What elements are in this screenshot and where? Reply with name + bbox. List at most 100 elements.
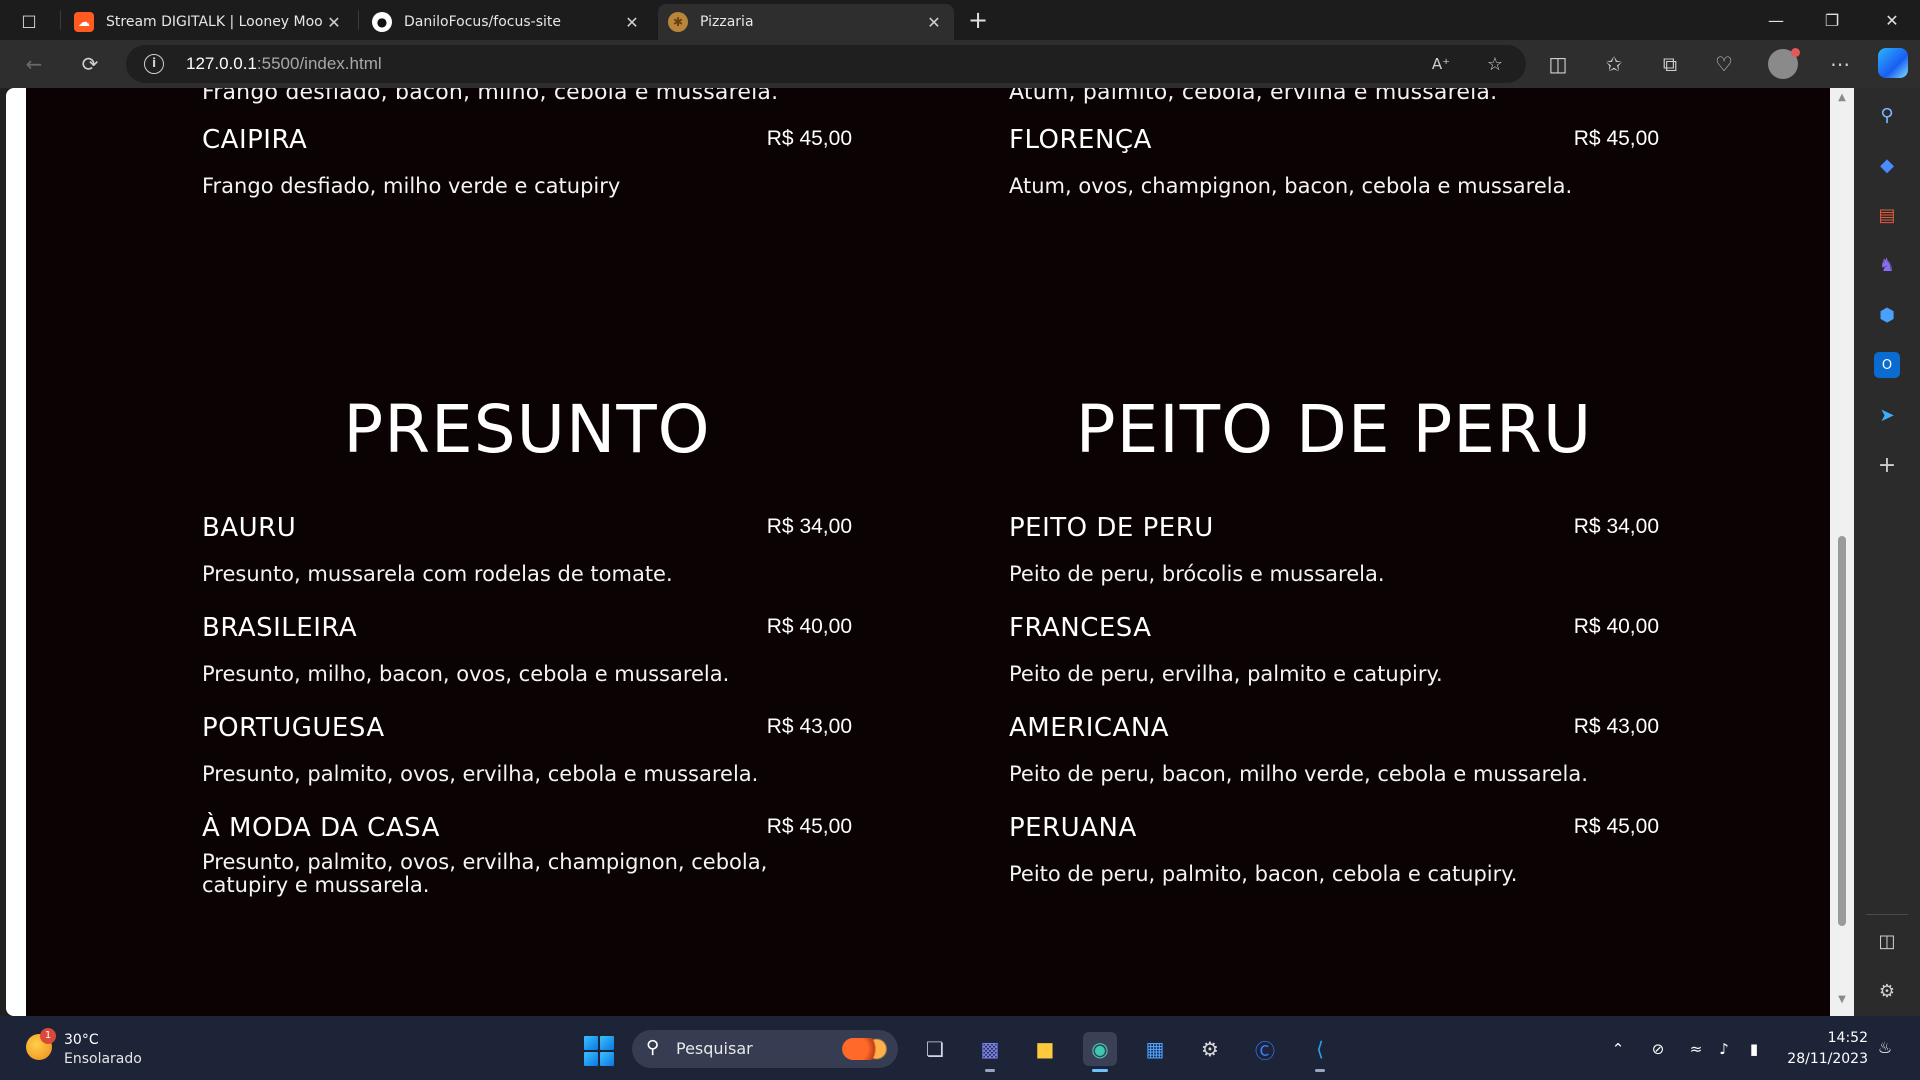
item-description: Frango desfiado, milho verde e catupiry	[202, 174, 621, 198]
item-name: PEITO DE PERU	[1009, 513, 1214, 543]
task-view-icon[interactable]: ❏	[918, 1032, 952, 1066]
clock-time[interactable]: 14:52	[1828, 1030, 1868, 1046]
drop-icon[interactable]: ➤	[1874, 402, 1900, 428]
item-price: R$ 40,00	[1573, 615, 1659, 638]
restore-button[interactable]: ❐	[1804, 0, 1860, 40]
minimize-button[interactable]: —	[1748, 0, 1804, 40]
item-description: Presunto, milho, bacon, ovos, cebola e m…	[202, 662, 730, 686]
menu-item: À MODA DA CASA R$ 45,00 Presunto, palmit…	[202, 813, 852, 913]
settings-gear-icon[interactable]: ⚙	[1874, 978, 1900, 1004]
refresh-button[interactable]: ⟳	[72, 48, 108, 80]
pizza-menu-page: Frango desfiado, bacon, milho, cebola e …	[26, 88, 1830, 1016]
app-indicator	[985, 1069, 995, 1072]
start-button[interactable]	[584, 1036, 614, 1066]
weather-temperature[interactable]: 30°C	[64, 1032, 99, 1048]
menu-item: FLORENÇA R$ 45,00 Atum, ovos, champignon…	[1009, 125, 1659, 225]
item-price: R$ 43,00	[1573, 715, 1659, 738]
browser-essentials-icon[interactable]: ♡	[1706, 48, 1742, 80]
page-scrollbar[interactable]: ▲ ▼	[1830, 88, 1854, 1016]
item-description: Peito de peru, bacon, milho verde, cebol…	[1009, 762, 1588, 786]
menu-item: BRASILEIRA R$ 40,00 Presunto, milho, bac…	[202, 613, 852, 713]
url-path: :5500/index.html	[256, 54, 382, 73]
item-name: BRASILEIRA	[202, 613, 358, 643]
collections-icon[interactable]: ⧉	[1652, 48, 1688, 80]
volume-icon[interactable]: ♪	[1714, 1040, 1734, 1060]
item-description: Peito de peru, brócolis e mussarela.	[1009, 562, 1385, 586]
browser-toolbar: ← ⟳ i 127.0.0.1:5500/index.html A⁺ ☆ ◫ ✩…	[0, 40, 1920, 88]
network-off-icon[interactable]: ⊘	[1648, 1040, 1668, 1060]
favorite-star-icon[interactable]: ☆	[1482, 51, 1508, 77]
item-name: À MODA DA CASA	[202, 813, 440, 843]
app-indicator	[1315, 1069, 1325, 1072]
scroll-up-arrow-icon[interactable]: ▲	[1836, 92, 1848, 104]
wifi-icon[interactable]: ≈	[1686, 1040, 1706, 1060]
weather-badge: 1	[40, 1028, 56, 1044]
settings-icon[interactable]: ⚙	[1193, 1032, 1227, 1066]
tab-soundcloud[interactable]: ☁ Stream DIGITALK | Looney Moon ✕	[64, 4, 354, 40]
windows-logo-pane	[584, 1052, 598, 1066]
item-price: R$ 45,00	[1573, 815, 1659, 838]
url-text[interactable]: 127.0.0.1:5500/index.html	[186, 54, 382, 74]
item-price: R$ 43,00	[766, 715, 852, 738]
new-tab-button[interactable]: +	[964, 6, 992, 34]
tab-actions-icon[interactable]: □	[14, 8, 44, 32]
battery-icon[interactable]: ▮	[1744, 1040, 1764, 1060]
cut-off-description: Frango desfiado, bacon, milho, cebola e …	[202, 88, 779, 105]
scrollbar-thumb[interactable]	[1838, 536, 1846, 926]
site-info-icon[interactable]: i	[144, 54, 164, 74]
edge-icon[interactable]: ◉	[1083, 1032, 1117, 1072]
add-icon[interactable]: +	[1874, 452, 1900, 478]
tools-icon[interactable]: ▤	[1874, 202, 1900, 228]
tab-title: Pizzaria	[700, 14, 754, 30]
edge-sidebar: ⚲ ◆ ▤ ♞ ⬢ O ➤ + ◫ ⚙	[1854, 88, 1920, 1016]
outlook-icon[interactable]: O	[1874, 352, 1900, 378]
microsoft-store-icon[interactable]: ▦	[1138, 1032, 1172, 1066]
sidebar-divider	[1866, 914, 1908, 915]
search-icon[interactable]: ⚲	[1874, 102, 1900, 128]
qbittorrent-icon[interactable]: Ⓒ	[1248, 1032, 1282, 1066]
close-icon[interactable]: ✕	[622, 13, 642, 32]
item-name: PERUANA	[1009, 813, 1137, 843]
search-highlight-icon	[842, 1038, 888, 1060]
address-bar[interactable]: i 127.0.0.1:5500/index.html A⁺ ☆	[126, 45, 1526, 83]
item-description: Peito de peru, palmito, bacon, cebola e …	[1009, 862, 1518, 886]
clock-date[interactable]: 28/11/2023	[1787, 1051, 1868, 1067]
back-button[interactable]: ←	[16, 48, 52, 80]
page-viewport: Frango desfiado, bacon, milho, cebola e …	[6, 88, 1830, 1016]
tab-github[interactable]: ● DaniloFocus/focus-site ✕	[362, 4, 652, 40]
window-close-button[interactable]: ✕	[1864, 0, 1920, 40]
taskbar-search[interactable]: ⚲ Pesquisar	[632, 1030, 898, 1068]
microsoft365-icon[interactable]: ⬢	[1874, 302, 1900, 328]
shopping-tag-icon[interactable]: ◆	[1874, 152, 1900, 178]
weather-description[interactable]: Ensolarado	[64, 1051, 142, 1067]
favorites-icon[interactable]: ✩	[1596, 48, 1632, 80]
tab-pizzaria[interactable]: ✱ Pizzaria ✕	[658, 4, 954, 40]
read-aloud-icon[interactable]: A⁺	[1428, 51, 1454, 77]
close-icon[interactable]: ✕	[324, 13, 344, 32]
scroll-down-arrow-icon[interactable]: ▼	[1836, 994, 1848, 1006]
item-price: R$ 45,00	[1573, 127, 1659, 150]
tab-separator	[358, 10, 359, 30]
close-icon[interactable]: ✕	[924, 13, 944, 32]
file-explorer-icon[interactable]: ■	[1028, 1032, 1062, 1066]
section-title: PEITO DE PERU	[1075, 391, 1593, 468]
tray-overflow-chevron-icon[interactable]: ⌃	[1608, 1040, 1628, 1060]
copilot-icon[interactable]	[1878, 48, 1908, 78]
item-name: FRANCESA	[1009, 613, 1152, 643]
tab-title: Stream DIGITALK | Looney Moon	[106, 14, 324, 30]
windows-logo-pane	[600, 1052, 614, 1066]
item-description: Presunto, palmito, ovos, ervilha, cebola…	[202, 762, 759, 786]
search-placeholder: Pesquisar	[676, 1039, 753, 1058]
teams-icon[interactable]: ▩	[973, 1032, 1007, 1072]
split-screen-icon[interactable]: ◫	[1540, 48, 1576, 80]
item-description: Atum, ovos, champignon, bacon, cebola e …	[1009, 174, 1573, 198]
games-icon[interactable]: ♞	[1874, 252, 1900, 278]
more-options-icon[interactable]: ⋯	[1822, 48, 1858, 80]
hide-sidebar-icon[interactable]: ◫	[1874, 928, 1900, 954]
app-indicator	[1092, 1069, 1108, 1072]
profile-avatar[interactable]	[1768, 48, 1800, 79]
notification-bell-icon[interactable]: ♨	[1874, 1038, 1896, 1060]
vscode-icon[interactable]: ⟨	[1303, 1032, 1337, 1072]
tab-strip: □ ☁ Stream DIGITALK | Looney Moon ✕ ● Da…	[0, 0, 1920, 40]
item-price: R$ 45,00	[766, 815, 852, 838]
